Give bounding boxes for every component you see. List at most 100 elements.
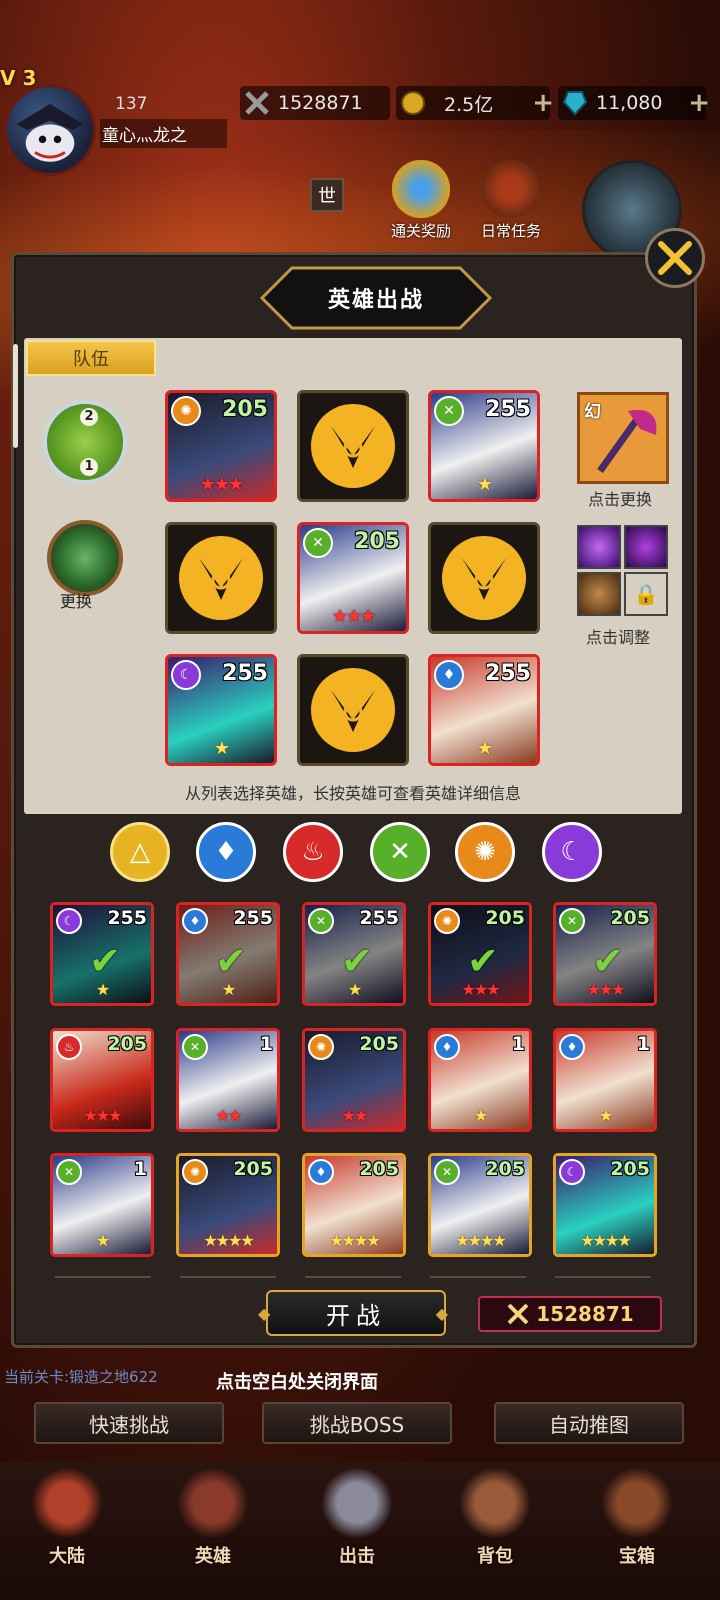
water-element-icon: ♦ xyxy=(434,1034,460,1060)
clear-reward-button[interactable]: 通关奖励 xyxy=(376,160,466,241)
swap-formation-label: 更换 xyxy=(60,592,93,611)
formation-top-count: 2 xyxy=(80,408,98,426)
nav-item-3[interactable]: 背包 xyxy=(440,1468,550,1568)
player-id: 137 xyxy=(115,94,148,114)
start-battle-button[interactable]: 开战 xyxy=(258,1290,454,1336)
treasure-chest-icon xyxy=(602,1468,672,1538)
crossed-swords-icon xyxy=(242,88,272,118)
skill-beast-icon[interactable] xyxy=(577,572,621,616)
add-gold-button[interactable]: + xyxy=(532,86,554,120)
swap-formation-button[interactable] xyxy=(47,520,123,596)
hero-list-item[interactable]: ✺ 205 ★★ xyxy=(302,1028,406,1132)
hero-stars: ★ xyxy=(473,1106,488,1125)
filter-water-icon[interactable]: ♦ xyxy=(196,822,256,882)
hero-list-item[interactable]: ✕ 205 ★★★ ✔ xyxy=(553,902,657,1006)
hero-list-item[interactable]: ✕ 255 ★ ✔ xyxy=(302,902,406,1006)
team-slot-hero[interactable]: ✺ 205 ★★★ xyxy=(165,390,277,502)
hero-list-item[interactable]: ✕ 1 ★ xyxy=(50,1153,154,1257)
moon-element-icon: ☾ xyxy=(559,1159,585,1185)
skill-lightning-icon[interactable] xyxy=(577,525,621,569)
hero-level: 1 xyxy=(636,1033,650,1055)
scrollbar[interactable] xyxy=(13,344,18,448)
hero-stars: ★ xyxy=(476,738,493,759)
hero-level: 205 xyxy=(485,1158,525,1180)
hero-list-item[interactable]: ☾ 255 ★ ✔ xyxy=(50,902,154,1006)
world-chat-button[interactable]: 世 xyxy=(310,178,344,212)
team-slot-empty[interactable] xyxy=(165,522,277,634)
panel-title-banner: 英雄出战 xyxy=(252,262,500,334)
tab-team[interactable]: 队伍 xyxy=(26,340,156,376)
wind-element-icon: ✕ xyxy=(303,528,333,558)
hero-list-item[interactable]: ♦ 1 ★ xyxy=(428,1028,532,1132)
fire-element-icon: ♨ xyxy=(56,1034,82,1060)
quick-challenge-button[interactable]: 快速挑战 xyxy=(34,1402,224,1444)
team-slot-hero[interactable]: ♦ 255 ★ xyxy=(428,654,540,766)
hero-stars: ★ xyxy=(598,1106,613,1125)
player-name: 童心灬龙之 xyxy=(100,119,227,148)
formation-badge[interactable]: 2 1 xyxy=(43,400,127,484)
nav-item-2[interactable]: 出击 xyxy=(302,1468,412,1568)
nav-item-1[interactable]: 英雄 xyxy=(158,1468,268,1568)
hero-list-item[interactable]: ☾ 205 ★★★★ xyxy=(553,1153,657,1257)
team-slot-empty[interactable] xyxy=(428,522,540,634)
hero-level: 205 xyxy=(222,397,268,422)
filter-moon-icon[interactable]: ☾ xyxy=(542,822,602,882)
row-divider xyxy=(555,1276,651,1278)
hero-level: 205 xyxy=(233,1158,273,1180)
hero-list-item[interactable]: ✺ 205 ★★★★ xyxy=(176,1153,280,1257)
filter-fire-icon[interactable]: ♨ xyxy=(283,822,343,882)
wind-element-icon: ✕ xyxy=(434,1159,460,1185)
castle-icon xyxy=(32,1468,102,1538)
weapon-slot[interactable]: 幻 xyxy=(577,392,669,484)
skill-dark-orb-icon[interactable] xyxy=(624,525,668,569)
selected-check-icon: ✔ xyxy=(215,939,247,983)
close-hint[interactable]: 点击空白处关闭界面 xyxy=(216,1368,378,1394)
daily-task-button[interactable]: 日常任务 xyxy=(466,160,556,241)
moon-element-icon: ☾ xyxy=(171,660,201,690)
team-slot-empty[interactable] xyxy=(297,654,409,766)
empty-slot-emblem-icon xyxy=(442,536,526,620)
skill-locked-icon: 🔒 xyxy=(624,572,668,616)
team-power: 1528871 xyxy=(478,1296,662,1332)
filter-sun-icon[interactable]: ✺ xyxy=(455,822,515,882)
selected-check-icon: ✔ xyxy=(467,939,499,983)
auto-push-button[interactable]: 自动推图 xyxy=(494,1402,684,1444)
nav-item-0[interactable]: 大陆 xyxy=(12,1468,122,1568)
add-gem-button[interactable]: + xyxy=(688,86,710,120)
team-slot-hero[interactable]: ✕ 255 ★ xyxy=(428,390,540,502)
water-element-icon: ♦ xyxy=(308,1159,334,1185)
hero-stars: ★★★ xyxy=(199,474,244,495)
crossed-swords-icon xyxy=(507,1303,529,1325)
hero-list-item[interactable]: ✕ 205 ★★★★ xyxy=(428,1153,532,1257)
water-element-icon: ♦ xyxy=(559,1034,585,1060)
hero-list-item[interactable]: ♨ 205 ★★★ xyxy=(50,1028,154,1132)
hero-list-item[interactable]: ✕ 1 ★★ xyxy=(176,1028,280,1132)
hero-level: 205 xyxy=(610,1158,650,1180)
close-panel-button[interactable] xyxy=(645,228,705,288)
nav-item-4[interactable]: 宝箱 xyxy=(582,1468,692,1568)
boss-challenge-button[interactable]: 挑战BOSS xyxy=(262,1402,452,1444)
filter-all-icon[interactable]: △ xyxy=(110,822,170,882)
hero-level: 255 xyxy=(107,907,147,929)
team-slot-hero[interactable]: ☾ 255 ★ xyxy=(165,654,277,766)
weapon-tag: 幻 xyxy=(584,402,601,422)
row-divider xyxy=(180,1276,276,1278)
hero-level: 205 xyxy=(359,1158,399,1180)
hero-level: 255 xyxy=(233,907,273,929)
player-avatar[interactable] xyxy=(4,84,96,176)
hero-list-item[interactable]: ♦ 1 ★ xyxy=(553,1028,657,1132)
team-slot-hero[interactable]: ✕ 205 ★★★ xyxy=(297,522,409,634)
wind-element-icon: ✕ xyxy=(559,908,585,934)
clear-reward-label: 通关奖励 xyxy=(390,222,451,240)
team-slot-empty[interactable] xyxy=(297,390,409,502)
hero-list-item[interactable]: ✺ 205 ★★★ ✔ xyxy=(428,902,532,1006)
power-resource: 1528871 xyxy=(240,86,390,120)
hero-list-item[interactable]: ♦ 205 ★★★★ xyxy=(302,1153,406,1257)
hero-stars: ★★★★ xyxy=(329,1231,380,1250)
gold-value: 2.5亿 xyxy=(444,93,494,116)
avatar-hero-icon xyxy=(16,103,84,162)
filter-wind-icon[interactable]: ✕ xyxy=(370,822,430,882)
hero-list-item[interactable]: ♦ 255 ★ ✔ xyxy=(176,902,280,1006)
gold-resource: 2.5亿 + xyxy=(396,86,554,120)
skills-adjust-hint: 点击调整 xyxy=(586,628,651,647)
